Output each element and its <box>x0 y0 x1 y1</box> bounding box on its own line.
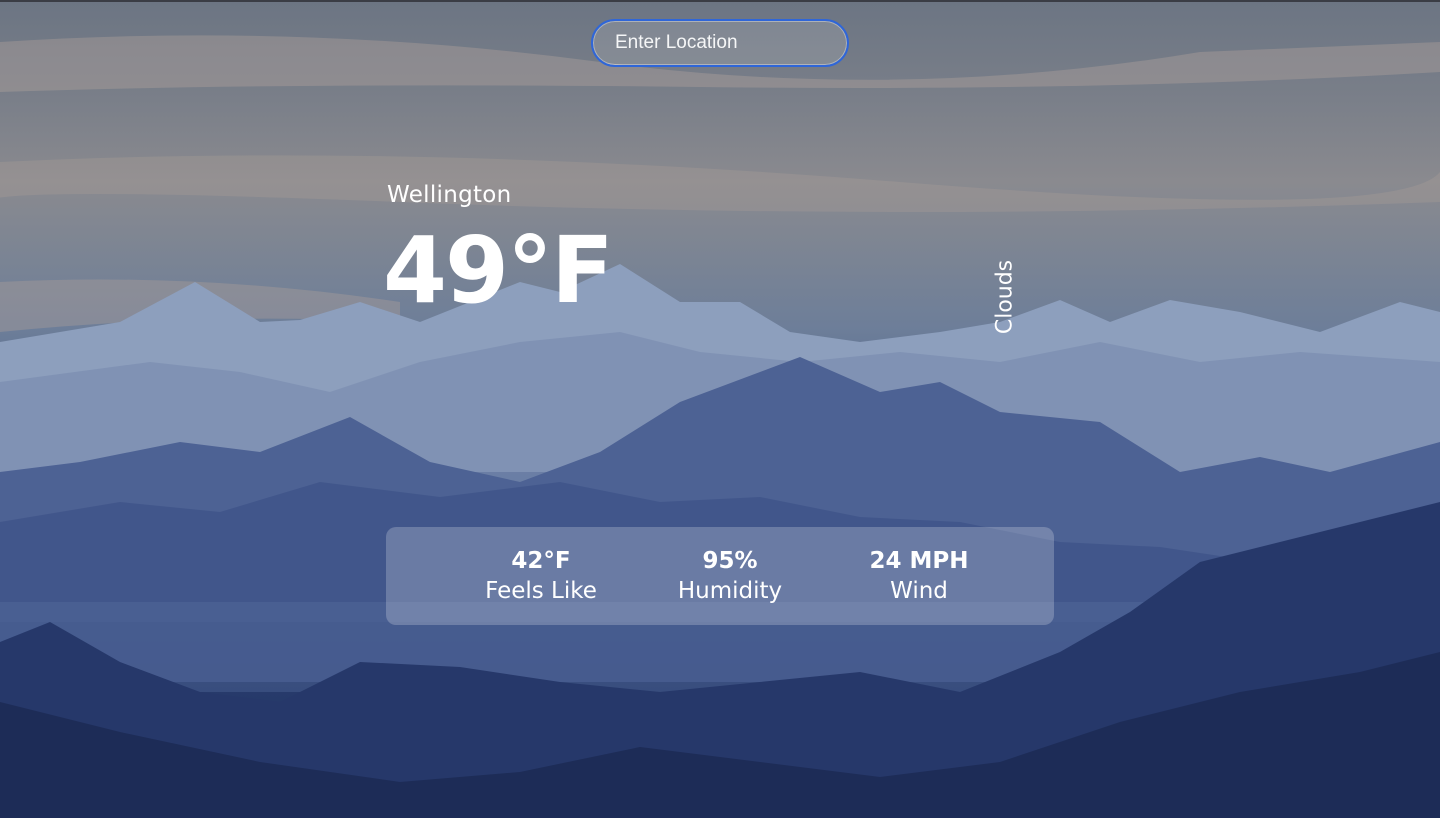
mountain-background-image <box>0 35 1440 818</box>
humidity-stat: 95% Humidity <box>650 527 810 625</box>
weather-condition: Clouds <box>975 257 1035 337</box>
wind-stat: 24 MPH Wind <box>839 527 999 625</box>
humidity-value: 95% <box>702 547 758 574</box>
current-temperature: 49°F <box>383 217 614 324</box>
weather-condition-label: Clouds <box>992 259 1018 335</box>
wind-label: Wind <box>890 578 948 605</box>
wind-value: 24 MPH <box>869 547 969 574</box>
feels-like-label: Feels Like <box>485 578 597 605</box>
humidity-label: Humidity <box>677 578 783 605</box>
weather-details-panel: 42°F Feels Like 95% Humidity 24 MPH Wind <box>386 527 1054 625</box>
feels-like-value: 42°F <box>511 547 571 574</box>
feels-like-stat: 42°F Feels Like <box>461 527 621 625</box>
location-search-input[interactable] <box>591 19 849 67</box>
location-name: Wellington <box>387 182 512 208</box>
weather-app: Wellington 49°F Clouds 42°F Feels Like 9… <box>0 0 1440 818</box>
